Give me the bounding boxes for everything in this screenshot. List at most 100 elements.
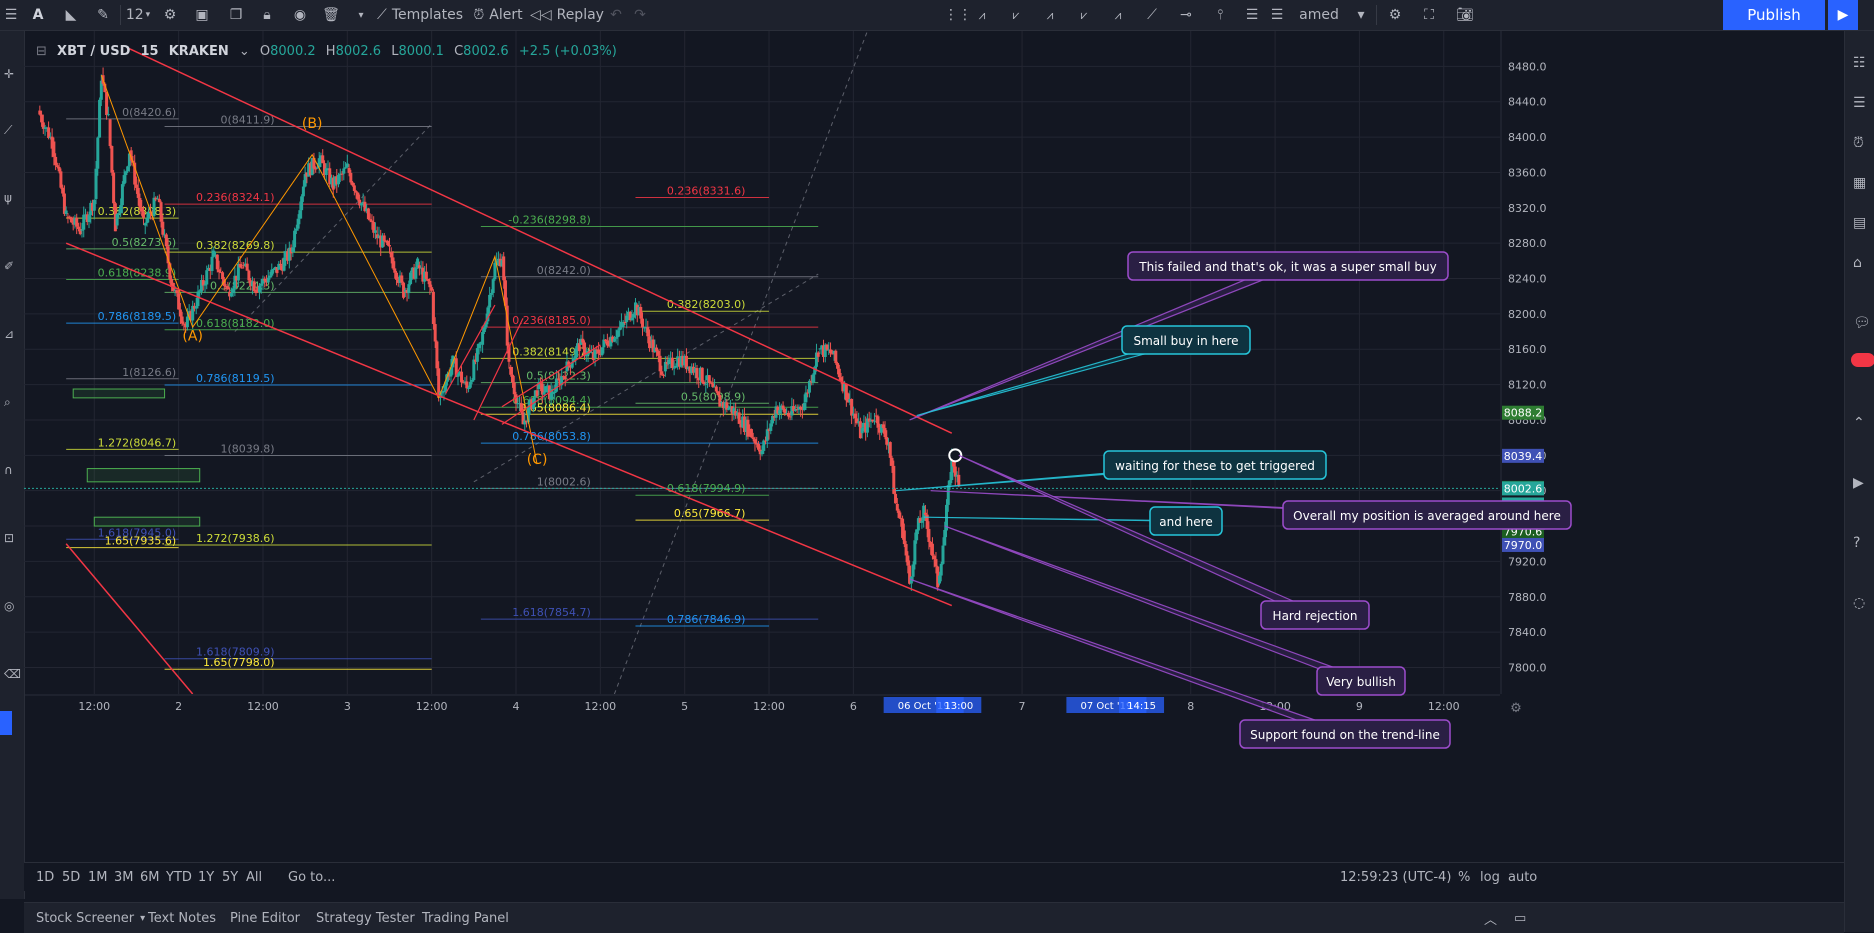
candle-body: [335, 176, 339, 185]
collapse-panel-icon[interactable]: ︿: [1484, 903, 1497, 933]
candle-body: [214, 254, 218, 257]
text-tool-icon[interactable]: A: [26, 0, 50, 30]
replay-button[interactable]: ◁◁ Replay: [530, 0, 604, 30]
pitchfork-tool-icon[interactable]: ψ: [4, 191, 12, 205]
alert-button[interactable]: ⏰︎ Alert: [470, 0, 526, 30]
candle-body: [284, 251, 288, 258]
collapse-icon[interactable]: ⊟: [36, 44, 47, 59]
candle-body: [349, 172, 353, 183]
hide-drawings-icon[interactable]: ◎: [4, 599, 14, 613]
candle-body: [894, 493, 898, 504]
gear-icon[interactable]: ⚙: [158, 0, 182, 30]
list-icon[interactable]: ☰: [1853, 95, 1866, 111]
brush-tool-icon[interactable]: ✐: [4, 259, 14, 273]
tab-trading-panel[interactable]: Trading Panel: [422, 903, 509, 933]
drag-handle-icon[interactable]: ⋮⋮: [944, 0, 972, 30]
range-6m[interactable]: 6M: [140, 863, 160, 891]
magnet-tool-icon[interactable]: ∩: [4, 463, 13, 477]
log-toggle[interactable]: log: [1480, 863, 1500, 891]
annotation-box: [1239, 719, 1451, 749]
settings-icon[interactable]: ⚙: [1380, 0, 1410, 30]
auto-toggle[interactable]: auto: [1508, 863, 1537, 891]
price-chart[interactable]: 0(8420.6) 0(8411.9) 0.236(8324.1) 0.382(830…: [0, 0, 1874, 932]
streams-icon[interactable]: ▶: [1853, 475, 1864, 491]
pattern-tool-icon[interactable]: ⩘: [968, 0, 996, 30]
candle-body: [693, 368, 697, 373]
font-size-select[interactable]: 12 ▾: [124, 0, 152, 30]
range-3m[interactable]: 3M: [114, 863, 134, 891]
horizontal-line-icon[interactable]: ⊸: [1172, 0, 1200, 30]
pattern-abcd-icon[interactable]: ⩗: [1002, 0, 1030, 30]
trend-line-tool-icon[interactable]: ⟋: [4, 123, 12, 138]
redo-icon[interactable]: ↷: [630, 0, 650, 30]
cursor-icon[interactable]: ✛: [4, 67, 14, 81]
candle-body: [700, 367, 704, 382]
play-icon[interactable]: ▶: [1828, 0, 1858, 30]
layout-name[interactable]: amed: [1290, 0, 1348, 30]
pattern-wxy-icon[interactable]: ⩘: [1036, 0, 1064, 30]
chevron-down-icon[interactable]: ⌄: [239, 44, 250, 59]
chevron-down-icon[interactable]: ▾: [1350, 0, 1372, 30]
tab-strategy-tester[interactable]: Strategy Tester: [316, 903, 415, 933]
fill-bucket-icon[interactable]: ◣: [58, 0, 84, 30]
fullscreen-icon[interactable]: ⛶: [1414, 0, 1444, 30]
hotlist-icon[interactable]: ⌂: [1853, 255, 1862, 271]
maximize-panel-icon[interactable]: ▭: [1514, 903, 1526, 933]
candle-body: [526, 406, 530, 423]
exchange[interactable]: KRAKEN: [169, 44, 229, 59]
trend-line-icon[interactable]: ⟋: [1138, 0, 1166, 30]
pencil-icon[interactable]: ✎: [90, 0, 116, 30]
layers-icon[interactable]: ▣: [188, 0, 216, 30]
templates-label: Templates: [391, 7, 463, 23]
tab-text-notes[interactable]: Text Notes: [148, 903, 216, 933]
pattern-wy-icon[interactable]: ⩘: [1104, 0, 1132, 30]
publish-button[interactable]: Publish: [1723, 0, 1825, 30]
zoom-tool-icon[interactable]: ⌕: [4, 395, 11, 410]
help-icon[interactable]: ?: [1853, 535, 1860, 551]
fib-retracement-icon[interactable]: ☰: [1238, 0, 1266, 30]
candle-body: [728, 406, 732, 408]
interval[interactable]: 15: [141, 44, 159, 59]
chevron-down-icon[interactable]: ▾: [354, 0, 368, 30]
tab-stock-screener[interactable]: Stock Screener ▾: [36, 903, 145, 933]
templates-button[interactable]: ⟋ Templates: [377, 0, 463, 30]
clone-icon[interactable]: ❐: [222, 0, 250, 30]
goto-button[interactable]: Go to...: [288, 863, 335, 891]
pattern-abc-icon[interactable]: ⩗: [1070, 0, 1098, 30]
remove-drawings-icon[interactable]: ⌫: [4, 667, 21, 681]
range-ytd[interactable]: YTD: [166, 863, 192, 891]
alarm-clock-icon[interactable]: ⏰︎: [1853, 135, 1864, 151]
candle-body: [177, 293, 181, 310]
lock-drawings-icon[interactable]: ⊡: [4, 531, 14, 545]
range-1m[interactable]: 1M: [88, 863, 108, 891]
watchlist-icon[interactable]: ☷: [1853, 55, 1866, 71]
trash-icon[interactable]: 🗑︎: [320, 0, 342, 30]
calendar-icon[interactable]: ▦: [1853, 175, 1866, 191]
symbol-name[interactable]: XBT / USD: [57, 44, 130, 59]
range-all[interactable]: All: [246, 863, 262, 891]
candle-body: [644, 327, 648, 329]
candle-body: [937, 575, 941, 584]
eye-icon[interactable]: ◉: [288, 0, 312, 30]
fib-level-label: 0(8242.0): [537, 264, 591, 277]
range-5y[interactable]: 5Y: [222, 863, 238, 891]
measure-tool-icon[interactable]: ⊿: [4, 327, 14, 341]
menu-icon[interactable]: ☰: [0, 0, 22, 30]
ideas-icon[interactable]: ⌃: [1853, 415, 1865, 431]
candle-body: [848, 398, 852, 403]
chat-icon[interactable]: 💬︎: [1853, 315, 1871, 331]
range-1d[interactable]: 1D: [36, 863, 54, 891]
vertical-line-icon[interactable]: ⫯: [1206, 0, 1234, 30]
undo-icon[interactable]: ↶: [606, 0, 626, 30]
range-5d[interactable]: 5D: [62, 863, 80, 891]
user-icon[interactable]: ◌: [1853, 595, 1865, 611]
range-1y[interactable]: 1Y: [198, 863, 214, 891]
lock-icon[interactable]: 🔒︎: [256, 0, 278, 30]
clock[interactable]: 12:59:23 (UTC-4): [1340, 863, 1451, 891]
fib-extension-icon[interactable]: ☰: [1264, 0, 1290, 30]
tab-pine-editor[interactable]: Pine Editor: [230, 903, 300, 933]
camera-icon[interactable]: 📷︎: [1450, 0, 1480, 30]
data-window-icon[interactable]: ▤: [1853, 215, 1866, 231]
candle-body: [922, 505, 926, 521]
percent-toggle[interactable]: %: [1458, 863, 1470, 891]
